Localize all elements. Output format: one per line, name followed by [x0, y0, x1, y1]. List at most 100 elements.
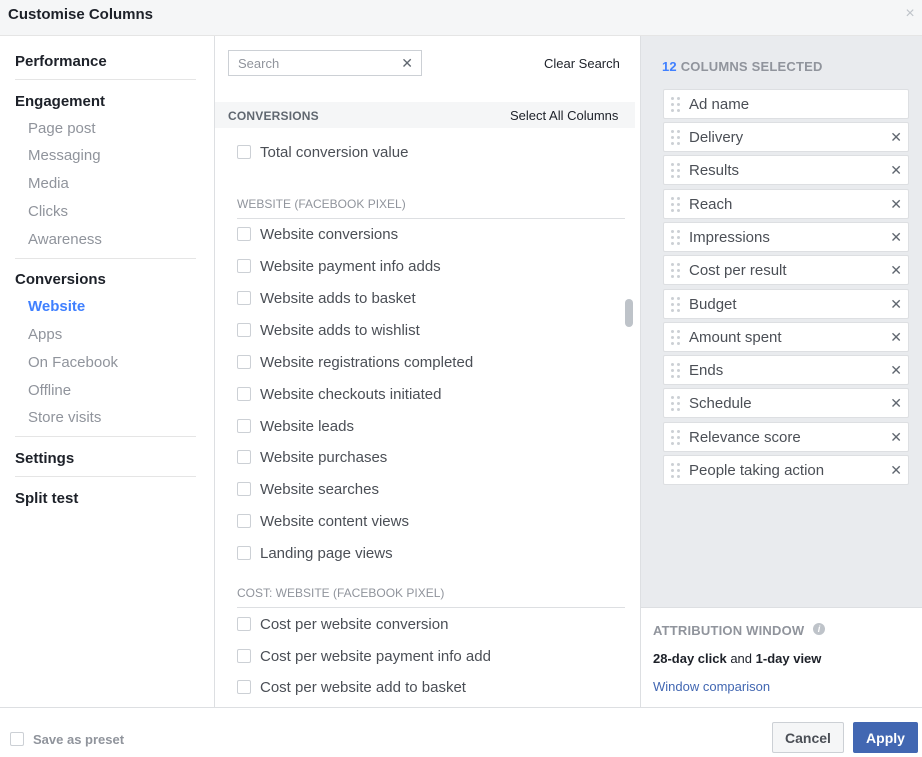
drag-handle-icon[interactable]: [671, 263, 681, 279]
attribution-setting: 28-day click and 1-day view: [653, 651, 821, 666]
nav-item-offline[interactable]: Offline: [28, 381, 71, 401]
drag-handle-icon[interactable]: [671, 363, 681, 379]
column-label: Amount spent: [689, 329, 782, 346]
checkbox[interactable]: [237, 323, 251, 337]
attribution-title: ATTRIBUTION WINDOW: [653, 623, 805, 638]
drag-handle-icon[interactable]: [671, 230, 681, 246]
remove-icon[interactable]: ✕: [890, 296, 902, 312]
selected-count-heading: 12 COLUMNS SELECTED: [662, 59, 823, 74]
drag-handle-icon[interactable]: [671, 97, 681, 113]
nav-item-messaging[interactable]: Messaging: [28, 146, 101, 166]
metric-label: Website purchases: [260, 449, 388, 466]
nav-item-website[interactable]: Website: [28, 297, 85, 317]
checkbox[interactable]: [237, 291, 251, 305]
info-icon[interactable]: i: [813, 623, 825, 635]
dialog-footer: Save as preset Cancel Apply: [0, 707, 922, 757]
nav-engagement[interactable]: Engagement: [15, 92, 196, 112]
close-icon[interactable]: ×: [902, 6, 918, 22]
metric-label: Landing page views: [260, 545, 393, 562]
search-box: ✕: [228, 50, 422, 76]
column-picker: ✕ Clear Search CONVERSIONS Select All Co…: [215, 36, 640, 707]
selected-column-item[interactable]: Schedule ✕: [663, 388, 909, 418]
checkbox[interactable]: [237, 355, 251, 369]
metric-label: Total conversion value: [260, 144, 409, 161]
drag-handle-icon[interactable]: [671, 430, 681, 446]
cancel-button[interactable]: Cancel: [772, 722, 844, 753]
drag-handle-icon[interactable]: [671, 130, 681, 146]
remove-icon[interactable]: ✕: [890, 229, 902, 245]
nav-conversions[interactable]: Conversions: [15, 270, 196, 290]
save-preset-label[interactable]: Save as preset: [33, 732, 124, 747]
nav-divider: [15, 476, 196, 477]
search-input[interactable]: [229, 51, 397, 75]
remove-icon[interactable]: ✕: [890, 329, 902, 345]
checkbox[interactable]: [237, 649, 251, 663]
group-header-website: WEBSITE (FACEBOOK PIXEL): [237, 195, 625, 219]
group-title: WEBSITE (FACEBOOK PIXEL): [237, 197, 406, 211]
remove-icon[interactable]: ✕: [890, 162, 902, 178]
checkbox[interactable]: [237, 227, 251, 241]
select-all-columns-link[interactable]: Select All Columns: [510, 108, 618, 123]
apply-button[interactable]: Apply: [853, 722, 918, 753]
clear-search-link[interactable]: Clear Search: [544, 56, 620, 71]
remove-icon[interactable]: ✕: [890, 262, 902, 278]
metric-label: Cost per website conversion: [260, 616, 449, 633]
remove-icon[interactable]: ✕: [890, 429, 902, 445]
checkbox[interactable]: [237, 514, 251, 528]
drag-handle-icon[interactable]: [671, 463, 681, 479]
drag-handle-icon[interactable]: [671, 396, 681, 412]
column-label: Ends: [689, 362, 724, 379]
selected-column-item[interactable]: Impressions ✕: [663, 222, 909, 252]
selected-column-item[interactable]: Ad name: [663, 89, 909, 119]
drag-handle-icon[interactable]: [671, 297, 681, 313]
metric-label: Website searches: [260, 481, 379, 498]
checkbox[interactable]: [237, 145, 251, 159]
selected-column-item[interactable]: Delivery ✕: [663, 122, 909, 152]
nav-item-media[interactable]: Media: [28, 174, 69, 194]
window-comparison-link[interactable]: Window comparison: [653, 679, 770, 694]
nav-item-page-post[interactable]: Page post: [28, 119, 96, 139]
selected-column-item[interactable]: Relevance score ✕: [663, 422, 909, 452]
nav-item-on-facebook[interactable]: On Facebook: [28, 353, 118, 373]
checkbox[interactable]: [237, 387, 251, 401]
checkbox[interactable]: [237, 419, 251, 433]
metric-label: Website registrations completed: [260, 354, 474, 371]
nav-item-store-visits[interactable]: Store visits: [28, 408, 101, 428]
checkbox[interactable]: [237, 617, 251, 631]
selected-column-item[interactable]: Amount spent ✕: [663, 322, 909, 352]
checkbox[interactable]: [237, 546, 251, 560]
nav-performance[interactable]: Performance: [15, 52, 196, 72]
attribution-window: ATTRIBUTION WINDOW i 28-day click and 1-…: [641, 607, 922, 707]
drag-handle-icon[interactable]: [671, 163, 681, 179]
clear-icon[interactable]: ✕: [401, 55, 413, 71]
remove-icon[interactable]: ✕: [890, 395, 902, 411]
selected-column-item[interactable]: Budget ✕: [663, 289, 909, 319]
selected-column-item[interactable]: Cost per result ✕: [663, 255, 909, 285]
nav-settings[interactable]: Settings: [15, 449, 196, 469]
checkbox[interactable]: [237, 450, 251, 464]
nav-item-apps[interactable]: Apps: [28, 325, 62, 345]
column-label: Impressions: [689, 229, 770, 246]
metric-label: Website adds to wishlist: [260, 322, 420, 339]
checkbox[interactable]: [237, 259, 251, 273]
scrollbar-thumb[interactable]: [625, 299, 633, 327]
selected-column-item[interactable]: Results ✕: [663, 155, 909, 185]
nav-split-test[interactable]: Split test: [15, 489, 196, 509]
checkbox[interactable]: [237, 482, 251, 496]
remove-icon[interactable]: ✕: [890, 462, 902, 478]
selected-column-item[interactable]: Reach ✕: [663, 189, 909, 219]
category-nav: Performance Engagement Page post Messagi…: [0, 36, 215, 707]
selected-column-item[interactable]: Ends ✕: [663, 355, 909, 385]
remove-icon[interactable]: ✕: [890, 362, 902, 378]
save-preset-checkbox[interactable]: [10, 732, 24, 746]
column-label: Relevance score: [689, 429, 801, 446]
nav-item-awareness[interactable]: Awareness: [28, 230, 102, 250]
checkbox[interactable]: [237, 680, 251, 694]
drag-handle-icon[interactable]: [671, 330, 681, 346]
remove-icon[interactable]: ✕: [890, 196, 902, 212]
nav-item-clicks[interactable]: Clicks: [28, 202, 68, 222]
drag-handle-icon[interactable]: [671, 197, 681, 213]
nav-split-test-label: Split test: [15, 490, 79, 507]
selected-column-item[interactable]: People taking action ✕: [663, 455, 909, 485]
remove-icon[interactable]: ✕: [890, 129, 902, 145]
